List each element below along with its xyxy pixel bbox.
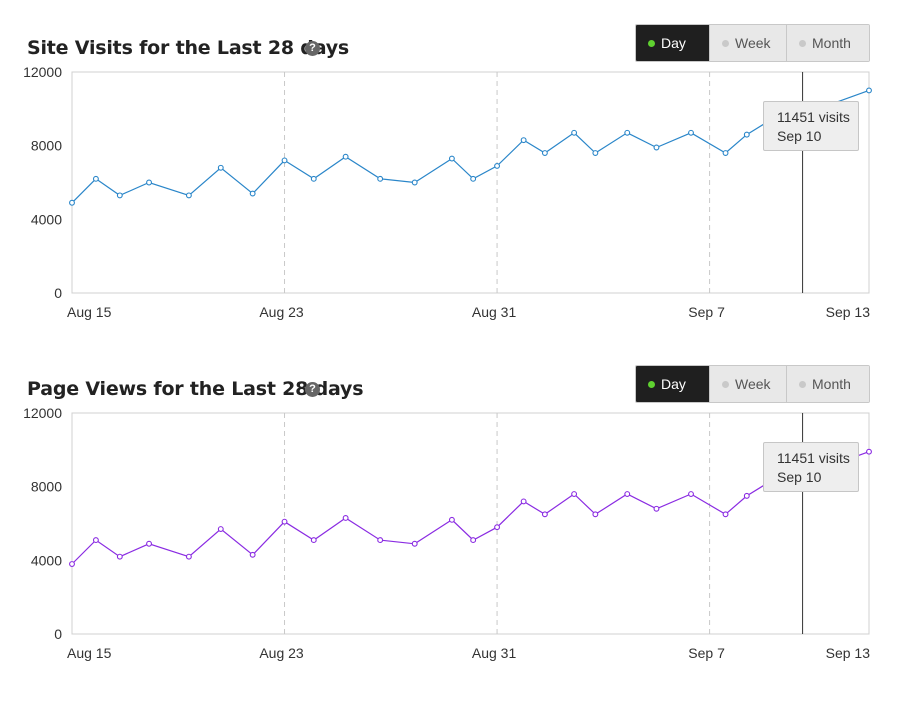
data-point <box>494 524 501 531</box>
data-point <box>185 192 192 199</box>
data-point <box>592 511 599 518</box>
data-point <box>411 540 418 547</box>
site-visits-panel: Site Visits for the Last 28 days ? Day W… <box>0 0 917 340</box>
data-point <box>377 537 384 544</box>
data-point <box>624 491 631 497</box>
chart-tooltip: 11451 visits Sep 10 <box>763 442 859 492</box>
data-point <box>185 553 192 560</box>
chart-tooltip: 11451 visits Sep 10 <box>763 101 859 151</box>
data-point <box>92 175 99 182</box>
tooltip-date: Sep 10 <box>777 128 822 144</box>
data-point <box>310 175 317 182</box>
data-point <box>624 129 631 136</box>
x-tick-label: Aug 15 <box>67 304 112 320</box>
x-tick-label: Aug 23 <box>259 304 304 320</box>
tooltip-value: 11451 visits <box>777 450 850 466</box>
y-tick-label: 0 <box>54 626 62 642</box>
data-point <box>722 150 729 156</box>
data-point <box>411 179 418 186</box>
x-tick-label: Aug 31 <box>472 645 517 661</box>
y-tick-label: 8000 <box>31 138 62 154</box>
data-point <box>541 511 548 518</box>
data-point <box>377 175 384 182</box>
data-point <box>866 87 872 94</box>
data-point <box>116 192 123 199</box>
data-point <box>69 199 75 206</box>
data-point <box>342 515 349 521</box>
data-point <box>448 155 455 162</box>
data-point <box>653 144 660 151</box>
y-tick-label: 12000 <box>23 405 62 421</box>
data-point <box>688 129 694 136</box>
x-tick-label: Aug 31 <box>472 304 517 320</box>
data-point <box>281 518 288 525</box>
data-point <box>592 150 599 156</box>
data-point <box>146 540 152 547</box>
data-point <box>69 561 75 567</box>
data-point <box>743 131 750 138</box>
data-point <box>571 129 578 136</box>
y-tick-label: 8000 <box>31 479 62 495</box>
data-point <box>494 162 501 169</box>
x-tick-label: Sep 13 <box>826 645 871 661</box>
x-tick-label: Aug 15 <box>67 645 112 661</box>
site-visits-chart[interactable]: 12000 8000 4000 0 Aug 15 Aug 23 Aug 31 Sep 7 Sep… <box>0 0 917 340</box>
data-point <box>866 448 872 455</box>
x-tick-label: Sep 7 <box>688 645 725 661</box>
data-point <box>653 505 660 512</box>
data-point <box>470 537 477 544</box>
tooltip-date: Sep 10 <box>777 469 822 485</box>
data-point <box>520 498 527 505</box>
plot-frame <box>71 412 870 635</box>
data-point <box>146 179 152 186</box>
y-tick-label: 4000 <box>31 211 62 227</box>
tooltip-value: 11451 visits <box>777 109 850 125</box>
x-tick-label: Aug 23 <box>259 645 304 661</box>
y-tick-label: 0 <box>54 285 62 301</box>
data-point <box>281 157 288 164</box>
data-point <box>310 537 317 544</box>
data-point <box>249 551 256 558</box>
data-point <box>217 526 224 532</box>
page-views-panel: Page Views for the Last 28 days ? Day We… <box>0 341 917 681</box>
data-point <box>249 190 256 197</box>
data-point <box>688 491 694 497</box>
x-tick-label: Sep 13 <box>826 304 871 320</box>
data-point <box>541 150 548 156</box>
data-point <box>217 164 224 171</box>
x-tick-label: Sep 7 <box>688 304 725 320</box>
data-point <box>92 537 99 544</box>
page-views-chart[interactable]: 12000 8000 4000 0 Aug 15 Aug 23 Aug 31 Sep 7 Sep… <box>0 341 917 681</box>
data-point <box>448 516 455 523</box>
data-point <box>722 511 729 518</box>
data-point <box>116 553 123 560</box>
plot-frame <box>71 71 870 294</box>
data-point <box>520 137 527 144</box>
data-point <box>743 492 750 499</box>
data-point <box>342 153 349 160</box>
data-point <box>571 491 578 497</box>
data-point <box>470 175 477 182</box>
y-tick-label: 12000 <box>23 64 62 80</box>
y-tick-label: 4000 <box>31 552 62 568</box>
